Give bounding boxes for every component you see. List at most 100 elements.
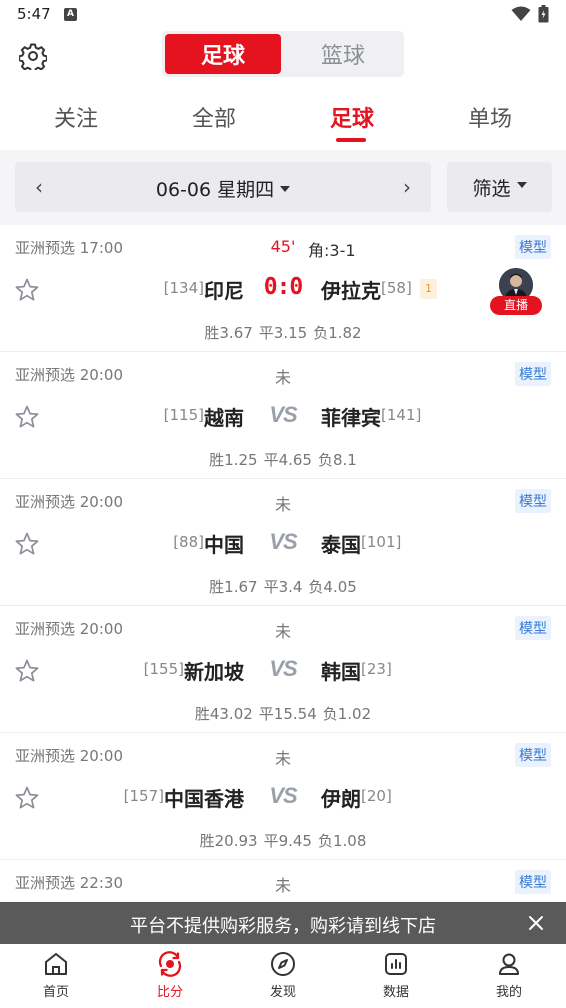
odds-draw: 平3.15 bbox=[258, 324, 308, 342]
odds-draw: 平3.4 bbox=[263, 578, 303, 596]
odds-lose: 负1.08 bbox=[317, 832, 367, 850]
nav-discover-label: 发现 bbox=[269, 985, 296, 1000]
home-rank: [88] bbox=[173, 533, 204, 551]
notification-icon: A bbox=[64, 8, 77, 21]
model-badge[interactable]: 模型 bbox=[515, 362, 551, 386]
settings-button[interactable] bbox=[17, 40, 49, 72]
yellow-card-badge: 1 bbox=[420, 279, 437, 299]
model-badge[interactable]: 模型 bbox=[515, 489, 551, 513]
match-row[interactable]: 亚洲预选 17:00 45' 角:3-1 模型 [134]印尼 0:0 伊拉克[… bbox=[0, 225, 566, 352]
match-row[interactable]: 亚洲预选 22:30 未 模型 bbox=[0, 860, 566, 902]
vs-label: VS bbox=[269, 402, 297, 427]
odds-draw: 平9.45 bbox=[263, 832, 312, 850]
odds-win: 胜1.67 bbox=[209, 578, 258, 596]
tab-football[interactable]: 足球 bbox=[302, 101, 402, 133]
home-team: [88]中国 bbox=[173, 529, 244, 558]
away-team: 泰国[101] bbox=[321, 529, 401, 558]
star-icon[interactable] bbox=[14, 404, 40, 430]
star-icon[interactable] bbox=[14, 277, 40, 303]
match-league-time: 亚洲预选 17:00 bbox=[15, 239, 123, 257]
model-badge[interactable]: 模型 bbox=[515, 616, 551, 640]
nav-profile-label: 我的 bbox=[495, 985, 522, 1000]
close-icon[interactable] bbox=[526, 913, 546, 933]
away-name: 伊朗 bbox=[321, 787, 361, 811]
model-badge[interactable]: 模型 bbox=[515, 235, 551, 259]
nav-score-label: 比分 bbox=[156, 985, 183, 1000]
away-rank: [101] bbox=[361, 533, 402, 551]
live-badge[interactable]: 直播 bbox=[490, 296, 542, 315]
nav-data[interactable]: 数据 bbox=[356, 950, 436, 1000]
score-icon bbox=[158, 951, 182, 977]
match-odds: 胜20.93 平9.45 负1.08 bbox=[0, 830, 566, 851]
home-name: 印尼 bbox=[204, 279, 244, 303]
tab-all[interactable]: 全部 bbox=[164, 101, 264, 133]
nav-home-label: 首页 bbox=[42, 985, 69, 1000]
away-rank: [58] bbox=[381, 279, 412, 297]
match-row[interactable]: 亚洲预选 20:00 未 模型 [88]中国 VS 泰国[101] 胜1.67 平… bbox=[0, 479, 566, 606]
odds-draw: 平15.54 bbox=[258, 705, 317, 723]
odds-draw: 平4.65 bbox=[263, 451, 312, 469]
match-row[interactable]: 亚洲预选 20:00 未 模型 [155]新加坡 VS 韩国[23] 胜43.0… bbox=[0, 606, 566, 733]
filter-button[interactable]: 筛选 bbox=[447, 162, 552, 212]
basketball-toggle-button[interactable]: 篮球 bbox=[285, 34, 401, 74]
star-icon[interactable] bbox=[14, 658, 40, 684]
profile-icon bbox=[499, 953, 519, 975]
status-bar: 5:47 A bbox=[0, 0, 566, 30]
away-team: 伊朗[20] bbox=[321, 783, 392, 812]
football-toggle-button[interactable]: 足球 bbox=[165, 34, 281, 74]
caret-down-icon bbox=[280, 185, 291, 192]
home-rank: [157] bbox=[123, 787, 164, 805]
compass-icon bbox=[271, 952, 295, 976]
odds-lose: 负1.02 bbox=[322, 705, 372, 723]
away-name: 泰国 bbox=[321, 533, 361, 557]
match-corner: 角:3-1 bbox=[308, 241, 356, 260]
match-row[interactable]: 亚洲预选 20:00 未 模型 [157]中国香港 VS 伊朗[20] 胜20.… bbox=[0, 733, 566, 860]
home-name: 中国 bbox=[204, 533, 244, 557]
match-odds: 胜3.67 平3.15 负1.82 bbox=[0, 322, 566, 343]
away-name: 韩国 bbox=[321, 660, 361, 684]
vs-label: VS bbox=[269, 783, 297, 808]
match-status: 未 bbox=[274, 622, 291, 641]
date-label: 06-06 星期四 bbox=[155, 179, 275, 201]
star-icon[interactable] bbox=[14, 531, 40, 557]
notice-bar: 平台不提供购彩服务，购彩请到线下店 bbox=[0, 902, 566, 944]
match-league-time: 亚洲预选 20:00 bbox=[15, 366, 123, 384]
home-rank: [155] bbox=[143, 660, 184, 678]
nav-home[interactable]: 首页 bbox=[16, 950, 96, 1000]
match-row[interactable]: 亚洲预选 20:00 未 模型 [115]越南 VS 菲律宾[141] 胜1.2… bbox=[0, 352, 566, 479]
home-team: [155]新加坡 bbox=[144, 656, 244, 685]
home-name: 越南 bbox=[204, 406, 244, 430]
home-name: 新加坡 bbox=[184, 660, 244, 684]
date-dropdown[interactable]: 06-06 星期四 bbox=[15, 175, 431, 202]
nav-discover[interactable]: 发现 bbox=[243, 950, 323, 1000]
match-minute: 45' bbox=[270, 237, 296, 256]
match-status: 未 bbox=[274, 749, 291, 768]
date-next-button[interactable]: › bbox=[403, 175, 411, 199]
vs-label: VS bbox=[269, 529, 297, 554]
home-team: [157]中国香港 bbox=[124, 783, 244, 812]
date-selector: ‹ 06-06 星期四 › bbox=[15, 162, 431, 212]
star-icon[interactable] bbox=[14, 785, 40, 811]
home-rank: [134] bbox=[163, 279, 204, 297]
match-league-time: 亚洲预选 20:00 bbox=[15, 620, 123, 638]
away-name: 菲律宾 bbox=[321, 406, 381, 430]
bottom-nav: 首页 比分 发现 数据 我的 bbox=[0, 944, 566, 1008]
away-team: 韩国[23] bbox=[321, 656, 392, 685]
model-badge[interactable]: 模型 bbox=[515, 870, 551, 894]
home-team: [115]越南 bbox=[164, 402, 244, 431]
tab-follow[interactable]: 关注 bbox=[26, 101, 126, 133]
nav-profile[interactable]: 我的 bbox=[469, 950, 549, 1000]
model-badge[interactable]: 模型 bbox=[515, 743, 551, 767]
match-league-time: 亚洲预选 20:00 bbox=[15, 747, 123, 765]
match-league-time: 亚洲预选 20:00 bbox=[15, 493, 123, 511]
away-team: 伊拉克[58] bbox=[321, 275, 412, 304]
gear-icon bbox=[19, 43, 47, 70]
away-rank: [23] bbox=[361, 660, 392, 678]
match-score: 0:0 bbox=[263, 274, 304, 300]
match-status: 未 bbox=[274, 368, 291, 387]
odds-lose: 负1.82 bbox=[313, 324, 362, 342]
data-icon bbox=[385, 953, 407, 975]
tab-single[interactable]: 单场 bbox=[440, 101, 540, 133]
nav-score[interactable]: 比分 bbox=[130, 950, 210, 1000]
home-team: [134]印尼 bbox=[164, 275, 244, 304]
